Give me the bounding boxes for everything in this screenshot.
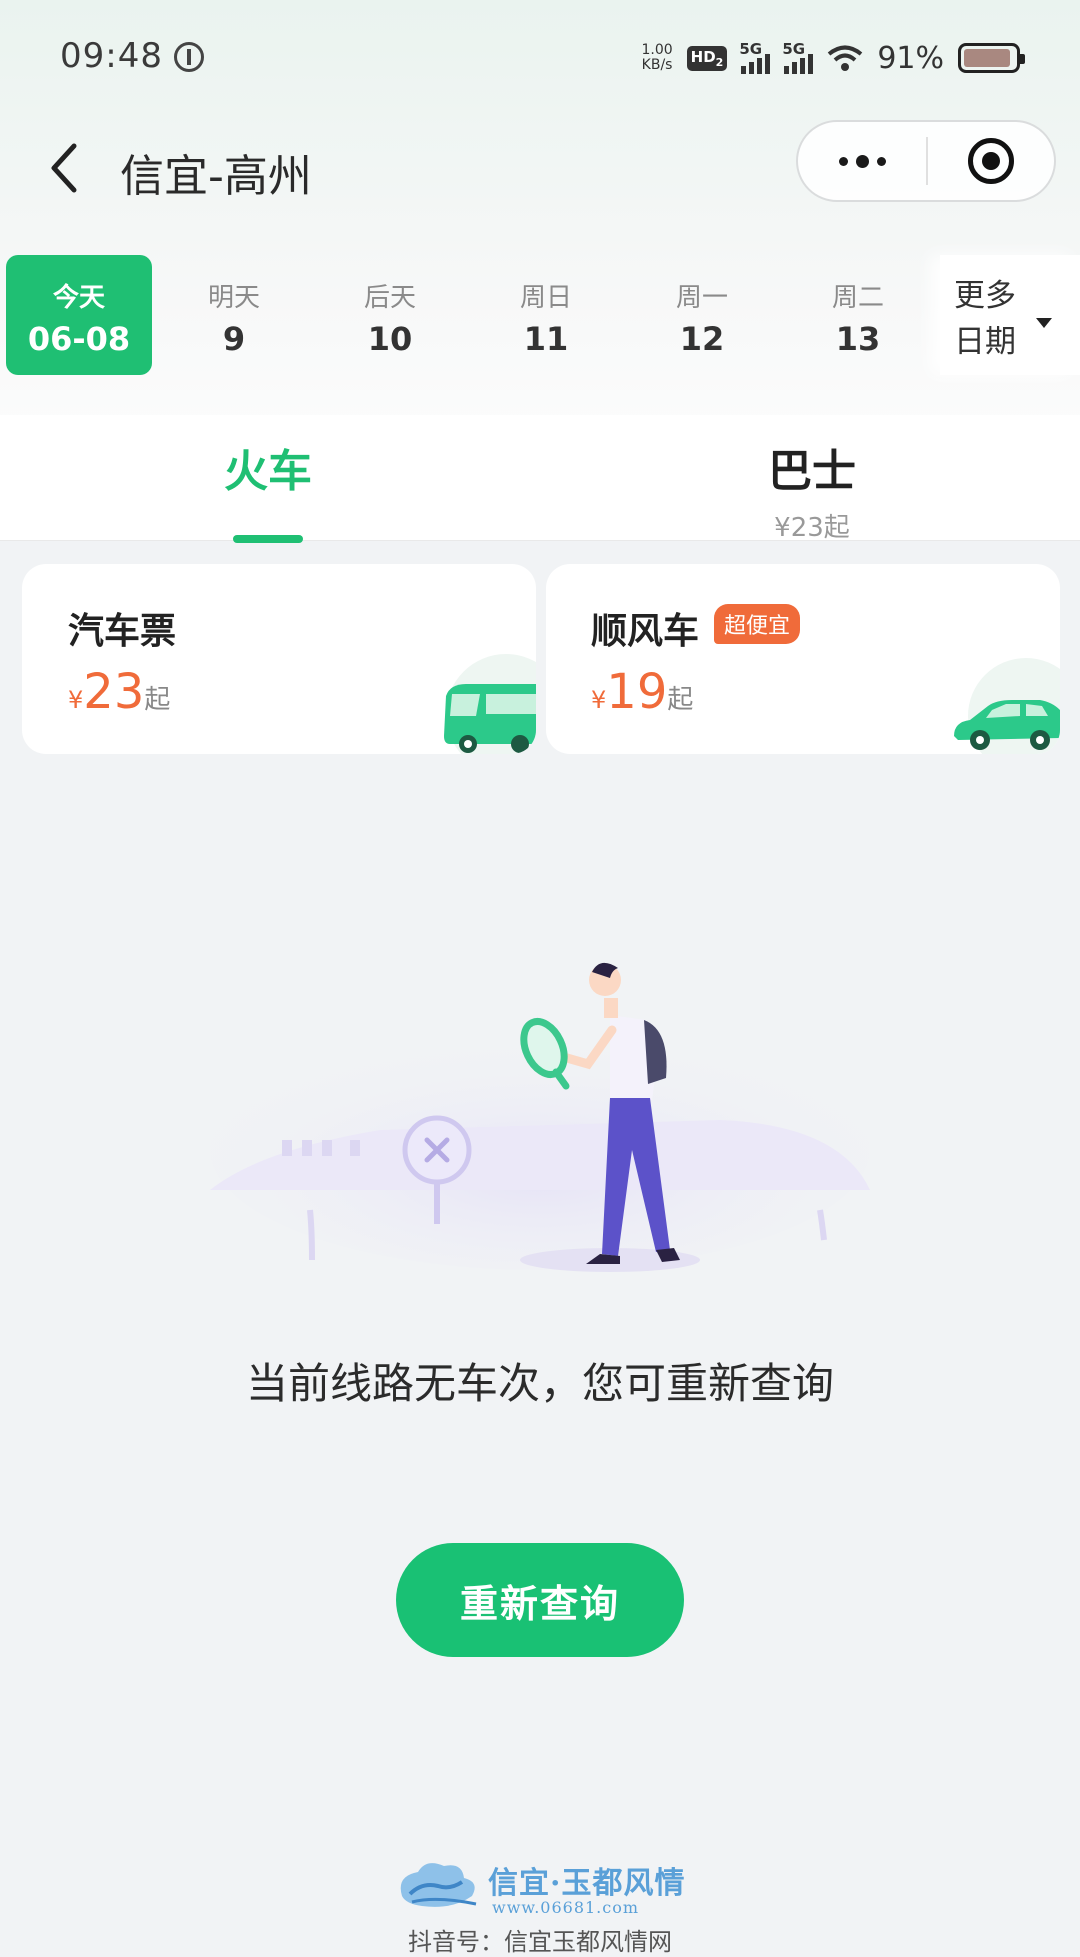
status-time: 09:48 <box>60 36 163 76</box>
empty-message: 当前线路无车次，您可重新查询 <box>245 1359 834 1408</box>
cheap-badge: 超便宜 <box>714 604 801 644</box>
dropdown-caret-icon <box>1036 318 1052 328</box>
date-item[interactable]: 明天 9 <box>161 255 307 375</box>
mini-program-capsule <box>796 120 1056 202</box>
retry-button[interactable]: 重新查询 <box>396 1543 684 1657</box>
card-price: ¥23起 <box>68 664 171 720</box>
more-dots-icon[interactable] <box>798 122 926 200</box>
wifi-icon <box>827 44 863 72</box>
status-bar: 09:48 1.00 KB/s HD2 5G 5G 91% <box>0 0 1080 118</box>
bus-min-price: ¥23起 <box>774 513 850 543</box>
network-speed: 1.00 KB/s <box>641 42 673 73</box>
bus-icon <box>416 644 536 754</box>
close-target-icon[interactable] <box>928 122 1054 200</box>
transport-tabs: 火车 巴士 ¥23起 <box>0 415 1080 544</box>
date-strip: 今天 06-08 明天 9 后天 10 周日 11 周一 12 周二 13 更多… <box>0 255 1080 377</box>
back-arrow-icon[interactable] <box>44 138 84 198</box>
tab-train[interactable]: 火车 <box>68 435 468 499</box>
tab-bus[interactable]: 巴士 ¥23起 <box>612 435 1012 544</box>
page-title: 信宜-高州 <box>120 151 312 202</box>
card-price: ¥19起 <box>591 664 694 720</box>
date-item-today[interactable]: 今天 06-08 <box>6 255 152 375</box>
data-saver-icon <box>174 42 204 72</box>
status-indicators: 1.00 KB/s HD2 5G 5G 91% <box>641 36 1025 80</box>
signal-icon: 5G <box>739 40 771 74</box>
signal-icon: 5G <box>782 40 814 74</box>
more-dates-button[interactable]: 更多日期 <box>940 255 1080 375</box>
hd-voice-icon: HD2 <box>686 45 728 71</box>
watermark-title: 信宜·玉都风情 <box>488 1866 686 1901</box>
date-item[interactable]: 周一 12 <box>629 255 775 375</box>
watermark-url: www.06681.com <box>492 1898 640 1917</box>
date-item[interactable]: 周日 11 <box>473 255 619 375</box>
battery-percent: 91% <box>877 40 944 76</box>
battery-icon <box>958 43 1025 73</box>
carpool-card[interactable]: 顺风车 超便宜 ¥19起 <box>546 564 1060 754</box>
tab-indicator <box>233 535 303 543</box>
watermark-line: 抖音号：信宜玉都风情网 <box>408 1928 672 1956</box>
empty-state-illustration <box>200 960 880 1290</box>
bus-ticket-card[interactable]: 汽车票 ¥23起 <box>22 564 536 754</box>
date-item[interactable]: 后天 10 <box>317 255 463 375</box>
watermark-logo <box>392 1856 482 1914</box>
date-item[interactable]: 周二 13 <box>785 255 931 375</box>
car-icon <box>940 644 1060 754</box>
